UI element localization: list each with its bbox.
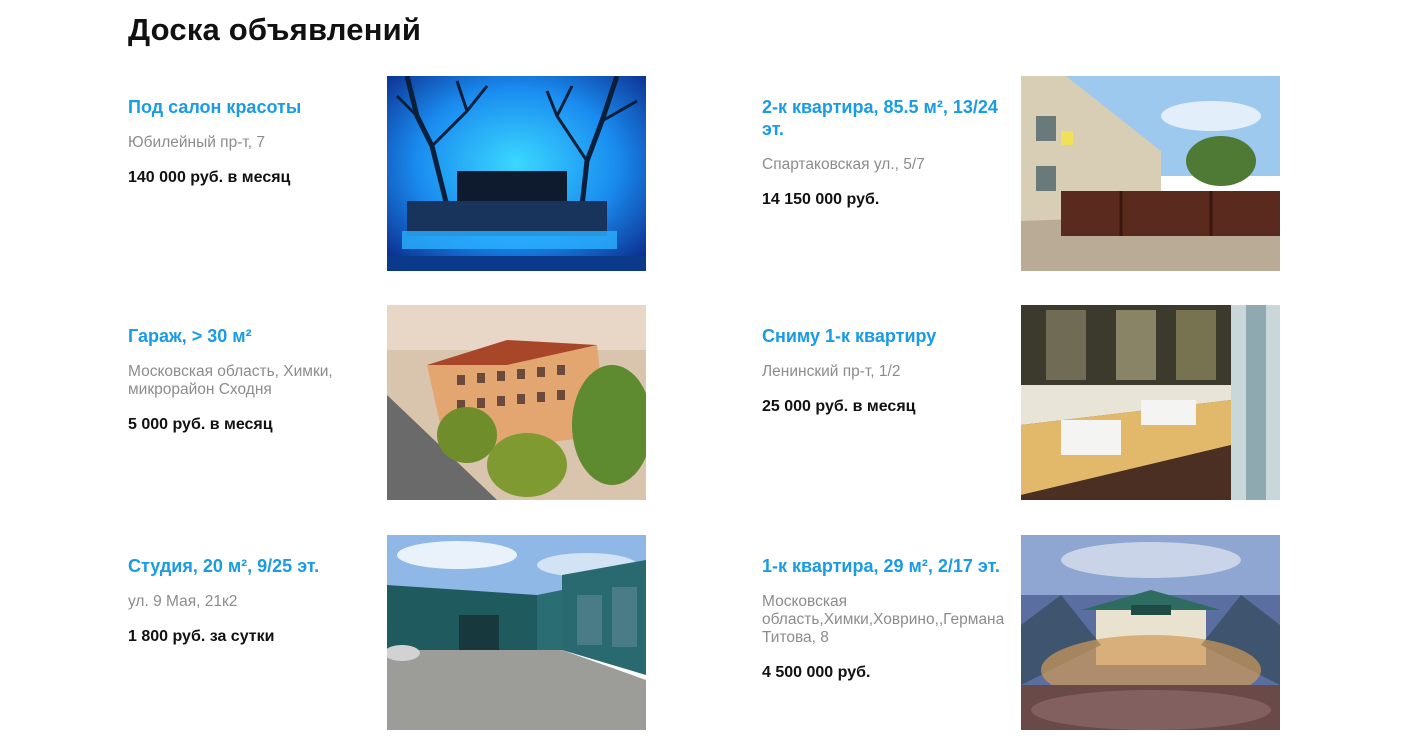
page: Доска объявлений Под салон красоты Юбиле… bbox=[0, 0, 1405, 746]
listing-address: Московская область,Химки,Ховрино,,Герман… bbox=[762, 593, 1005, 646]
listing-price: 25 000 руб. в месяц bbox=[762, 398, 916, 415]
listing-info: 1-к квартира, 29 м², 2/17 эт. Московская… bbox=[762, 555, 1020, 683]
listing-info: Сниму 1-к квартиру Ленинский пр-т, 1/2 2… bbox=[762, 325, 1020, 417]
listing-photo[interactable] bbox=[387, 76, 646, 271]
listing-title-link[interactable]: 2-к квартира, 85.5 м², 13/24 эт. bbox=[762, 96, 1020, 140]
listing-price: 5 000 руб. в месяц bbox=[128, 416, 273, 433]
listing-price: 140 000 руб. в месяц bbox=[128, 169, 291, 186]
listing-address: ул. 9 Мая, 21к2 bbox=[128, 593, 238, 610]
listing-title-link[interactable]: Гараж, > 30 м² bbox=[128, 325, 386, 347]
restaurant-terrace-photo bbox=[1021, 535, 1280, 730]
listing-title-link[interactable]: 1-к квартира, 29 м², 2/17 эт. bbox=[762, 555, 1020, 577]
building-with-fence-photo bbox=[1021, 76, 1280, 271]
listing-title-link[interactable]: Под салон красоты bbox=[128, 96, 386, 118]
listing-photo[interactable] bbox=[1021, 535, 1280, 730]
listing-info: 2-к квартира, 85.5 м², 13/24 эт. Спартак… bbox=[762, 96, 1020, 210]
listing-price: 1 800 руб. за сутки bbox=[128, 628, 275, 645]
listing-address: Московская область, Химки, микрорайон Сх… bbox=[128, 363, 333, 398]
listing-card: Гараж, > 30 м² Московская область, Химки… bbox=[128, 305, 648, 500]
listing-photo[interactable] bbox=[1021, 305, 1280, 500]
listing-info: Гараж, > 30 м² Московская область, Химки… bbox=[128, 325, 386, 435]
listing-card: 2-к квартира, 85.5 м², 13/24 эт. Спартак… bbox=[762, 76, 1282, 271]
listing-info: Под салон красоты Юбилейный пр-т, 7 140 … bbox=[128, 96, 386, 188]
listing-address: Ленинский пр-т, 1/2 bbox=[762, 363, 901, 380]
listing-address: Юбилейный пр-т, 7 bbox=[128, 134, 265, 151]
balcony-interior-photo bbox=[1021, 305, 1280, 500]
listing-title-link[interactable]: Сниму 1-к квартиру bbox=[762, 325, 1020, 347]
listing-photo[interactable] bbox=[1021, 76, 1280, 271]
building-aerial-photo bbox=[387, 305, 646, 500]
listing-photo[interactable] bbox=[387, 535, 646, 730]
listing-price: 14 150 000 руб. bbox=[762, 191, 880, 208]
page-title: Доска объявлений bbox=[128, 12, 422, 47]
listing-photo[interactable] bbox=[387, 305, 646, 500]
listing-card: Под салон красоты Юбилейный пр-т, 7 140 … bbox=[128, 76, 648, 271]
blue-lit-room-photo bbox=[387, 76, 646, 271]
listing-card: Студия, 20 м², 9/25 эт. ул. 9 Мая, 21к2 … bbox=[128, 535, 648, 730]
warehouse-photo bbox=[387, 535, 646, 730]
listing-info: Студия, 20 м², 9/25 эт. ул. 9 Мая, 21к2 … bbox=[128, 555, 386, 647]
listing-price: 4 500 000 руб. bbox=[762, 664, 871, 681]
listing-card: Сниму 1-к квартиру Ленинский пр-т, 1/2 2… bbox=[762, 305, 1282, 500]
listing-card: 1-к квартира, 29 м², 2/17 эт. Московская… bbox=[762, 535, 1282, 730]
listing-title-link[interactable]: Студия, 20 м², 9/25 эт. bbox=[128, 555, 386, 577]
listing-address: Спартаковская ул., 5/7 bbox=[762, 156, 925, 173]
